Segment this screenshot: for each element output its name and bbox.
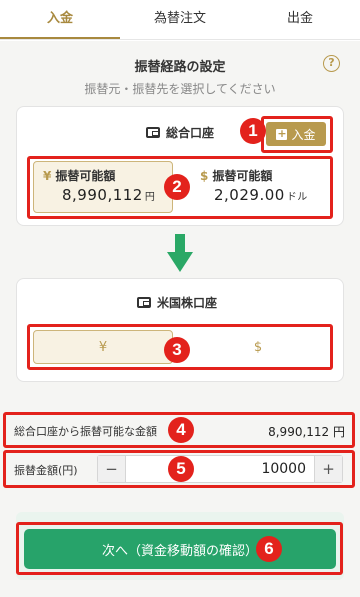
wallet-icon bbox=[137, 297, 151, 308]
source-account-label: 総合口座 bbox=[166, 126, 215, 140]
annotation-badge-2: 2 bbox=[164, 174, 190, 200]
balance-usd-value: 2,029.00 ドル bbox=[214, 186, 308, 204]
tab-deposit[interactable]: 入金 bbox=[0, 0, 120, 39]
page-title: 振替経路の設定 bbox=[134, 60, 226, 75]
increment-button[interactable]: + bbox=[314, 456, 342, 482]
tab-bar: 入金 為替注文 出金 bbox=[0, 0, 360, 40]
currency-usd-button[interactable]: $ bbox=[188, 330, 328, 364]
destination-account-title: 米国株口座 bbox=[137, 294, 217, 311]
destination-account-label: 米国株口座 bbox=[157, 296, 218, 310]
deposit-button-label: 入金 bbox=[291, 127, 316, 142]
transferable-value: 8,990,112 円 bbox=[268, 425, 345, 439]
page-subtitle: 振替元・振替先を選択してください bbox=[84, 82, 276, 96]
source-account-title: 総合口座 bbox=[146, 124, 214, 141]
next-button[interactable]: 次へ（資金移動額の確認） bbox=[24, 529, 336, 569]
yen-icon: ¥ bbox=[43, 169, 52, 183]
balance-usd-label: $ 振替可能額 bbox=[200, 169, 273, 183]
wallet-icon bbox=[146, 127, 160, 138]
tab-withdraw[interactable]: 出金 bbox=[240, 0, 360, 39]
transferable-label: 総合口座から振替可能な金額 bbox=[14, 425, 157, 438]
help-icon[interactable]: ? bbox=[323, 55, 340, 72]
plus-icon: + bbox=[276, 126, 288, 140]
dollar-icon: $ bbox=[200, 169, 209, 183]
currency-yen-button[interactable]: ¥ bbox=[33, 330, 173, 364]
tab-fx-order[interactable]: 為替注文 bbox=[120, 0, 240, 39]
balance-yen-label: ¥ 振替可能額 bbox=[43, 169, 116, 183]
annotation-badge-4: 4 bbox=[168, 417, 194, 443]
balance-yen-value: 8,990,112 円 bbox=[62, 186, 156, 204]
deposit-button[interactable]: + 入金 bbox=[266, 122, 326, 146]
annotation-badge-1: 1 bbox=[240, 118, 266, 144]
decrement-button[interactable]: − bbox=[98, 456, 126, 482]
amount-label: 振替金額(円) bbox=[14, 464, 78, 477]
annotation-badge-5: 5 bbox=[168, 456, 194, 482]
annotation-badge-3: 3 bbox=[164, 337, 190, 363]
arrow-down-icon bbox=[167, 234, 193, 272]
annotation-badge-6: 6 bbox=[256, 536, 282, 562]
amount-input[interactable] bbox=[128, 456, 312, 482]
amount-stepper: − + bbox=[97, 455, 343, 483]
